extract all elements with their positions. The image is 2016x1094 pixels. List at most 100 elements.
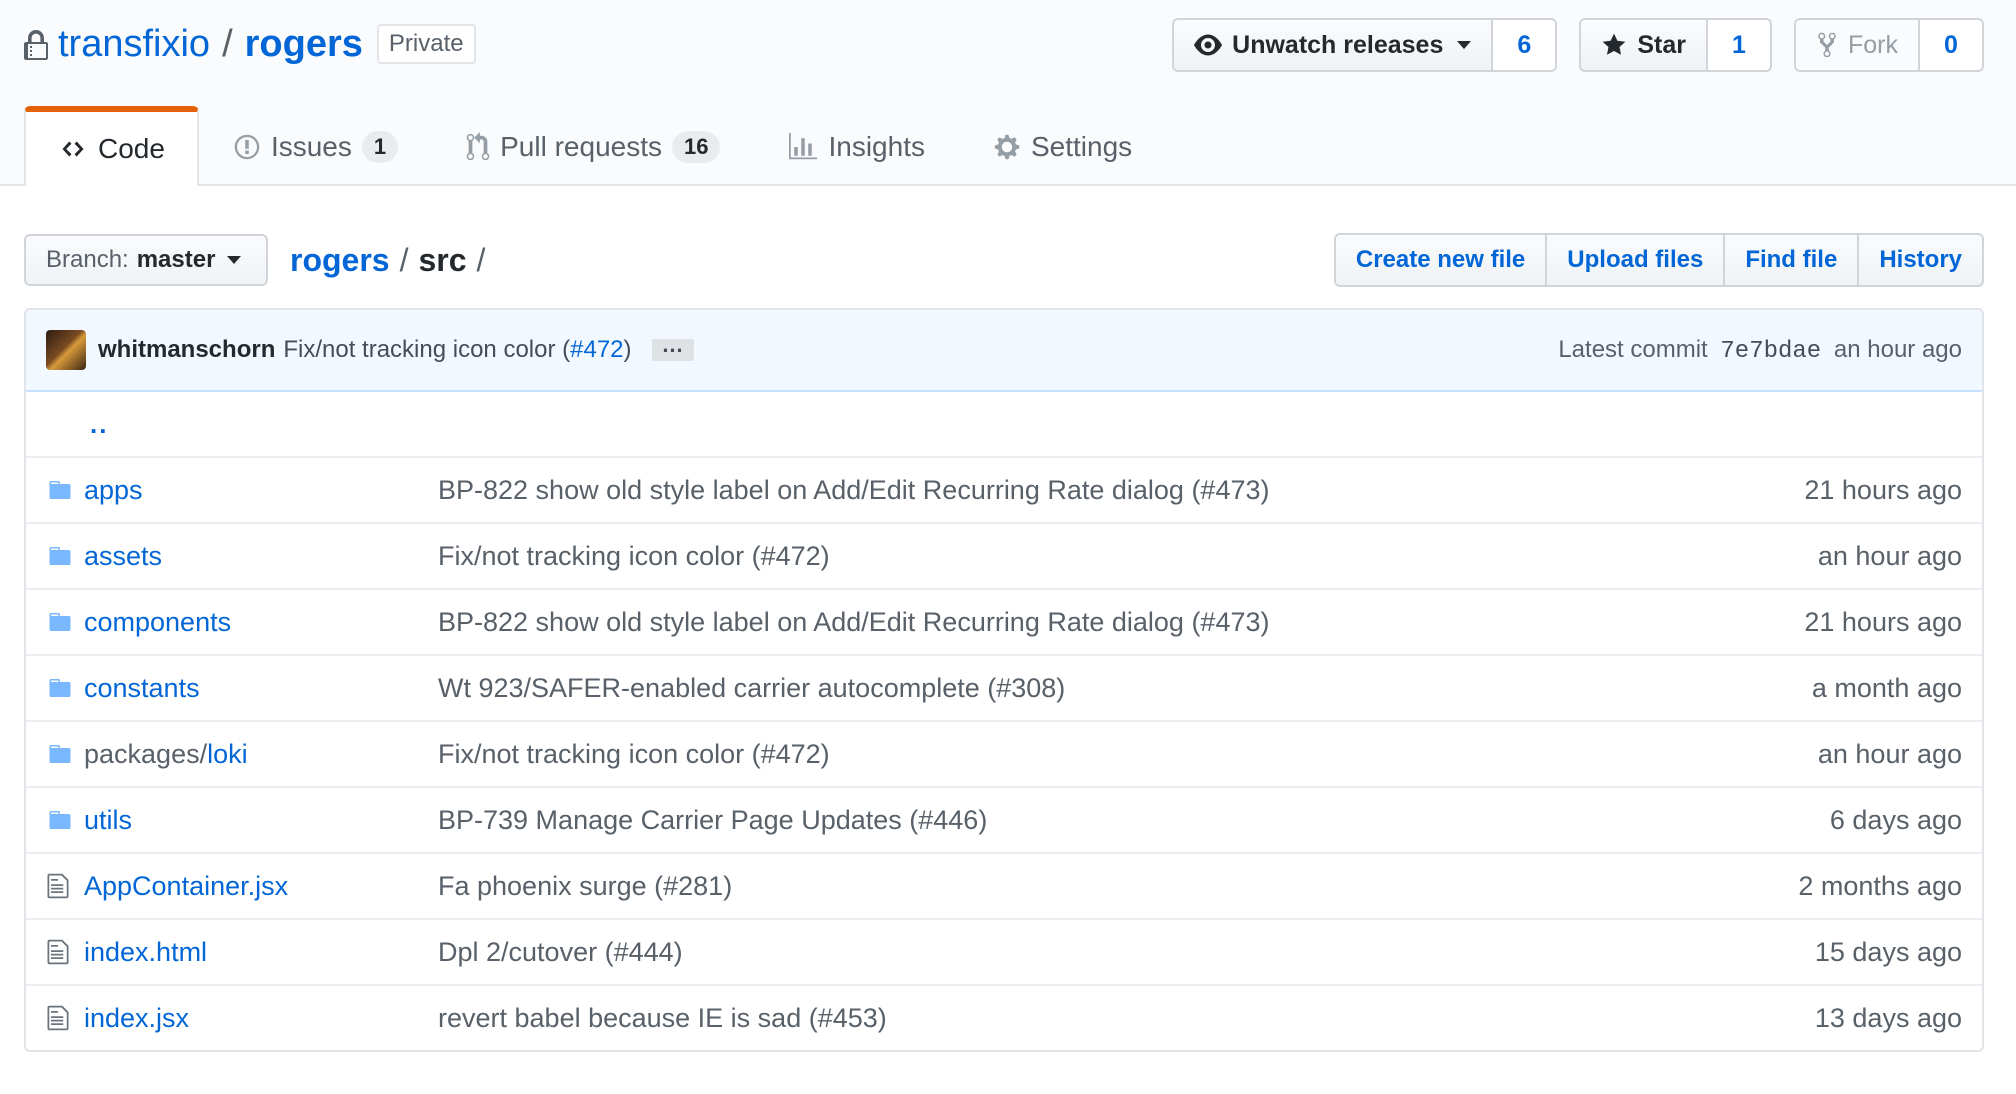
star-label: Star	[1637, 30, 1686, 59]
file-name-cell: assets	[84, 541, 438, 572]
file-name-cell: utils	[84, 805, 438, 836]
history-button[interactable]: History	[1859, 233, 1984, 287]
pull-requests-counter: 16	[672, 131, 721, 163]
unwatch-button[interactable]: Unwatch releases	[1172, 18, 1494, 72]
file-age: 15 days ago	[1814, 936, 1962, 967]
commit-tease: whitmanschorn Fix/not tracking icon colo…	[26, 310, 1982, 392]
repo-header: transfixio / rogers Private Unwatch rele…	[0, 0, 2016, 186]
commit-meta: Latest commit 7e7bdae an hour ago	[1558, 336, 1962, 365]
commit-message-cell: Fix/not tracking icon color (#472)	[438, 541, 1818, 572]
file-navigation: Branch: master rogers / src / Create new…	[24, 232, 1984, 288]
breadcrumb-separator: /	[399, 241, 409, 278]
table-row: AppContainer.jsx Fa phoenix surge (#281) 2…	[26, 852, 1982, 918]
file-name-link[interactable]: assets	[84, 541, 162, 571]
file-commit-message-link[interactable]: BP-822 show old style label on Add/Edit …	[438, 607, 1270, 637]
folder-icon	[49, 679, 71, 697]
breadcrumb: rogers / src /	[290, 242, 495, 279]
tab-code[interactable]: Code	[24, 106, 199, 186]
stargazers-count[interactable]: 1	[1708, 18, 1772, 72]
issues-counter: 1	[361, 131, 399, 163]
file-icon	[47, 1005, 69, 1031]
table-row: index.jsx revert babel because IE is sad …	[26, 984, 1982, 1050]
fork-button[interactable]: Fork	[1794, 18, 1920, 72]
breadcrumb-trailing-separator: /	[476, 241, 486, 278]
forks-count[interactable]: 0	[1920, 18, 1984, 72]
repo-name-link[interactable]: rogers	[245, 23, 363, 66]
commit-message-cell: revert babel because IE is sad (#453)	[438, 1003, 1815, 1034]
file-commit-message-link[interactable]: Fix/not tracking icon color (#472)	[438, 541, 830, 571]
file-icon	[47, 873, 69, 899]
star-button[interactable]: Star	[1579, 18, 1708, 72]
code-icon	[62, 141, 84, 157]
tab-pull-requests[interactable]: Pull requests 16	[432, 106, 754, 186]
tab-insights[interactable]: Insights	[754, 106, 959, 186]
commit-pr-link[interactable]: #472	[570, 336, 623, 363]
file-name-cell: components	[84, 607, 438, 638]
find-file-button[interactable]: Find file	[1725, 233, 1860, 287]
star-icon	[1602, 33, 1626, 55]
folder-icon-cell	[46, 478, 74, 502]
file-name-cell: index.html	[84, 937, 438, 968]
repo-owner-link[interactable]: transfixio	[58, 23, 210, 66]
unwatch-label: Unwatch releases	[1232, 30, 1444, 59]
commit-message: Fix/not tracking icon color (#472)	[283, 336, 631, 364]
file-commit-message-link[interactable]: BP-739 Manage Carrier Page Updates (#446…	[438, 805, 987, 835]
table-row: index.html Dpl 2/cutover (#444) 15 days ag…	[26, 918, 1982, 984]
folder-icon	[49, 481, 71, 499]
lock-icon	[24, 30, 48, 60]
file-commit-message-link[interactable]: Fa phoenix surge (#281)	[438, 871, 732, 901]
file-actions: Create new file Upload files Find file H…	[1333, 233, 1984, 287]
commit-message-cell: Fix/not tracking icon color (#472)	[438, 739, 1818, 770]
file-commit-message-link[interactable]: BP-822 show old style label on Add/Edit …	[438, 475, 1270, 505]
file-name-link[interactable]: components	[84, 607, 231, 637]
table-row: utils BP-739 Manage Carrier Page Updates …	[26, 786, 1982, 852]
tab-settings[interactable]: Settings	[959, 106, 1166, 186]
commit-message-cell: BP-822 show old style label on Add/Edit …	[438, 475, 1804, 506]
file-name-link[interactable]: loki	[207, 739, 248, 769]
file-age: an hour ago	[1817, 738, 1962, 769]
tab-issues[interactable]: Issues 1	[199, 106, 432, 186]
file-commit-message-link[interactable]: Fix/not tracking icon color (#472)	[438, 739, 830, 769]
watchers-count[interactable]: 6	[1493, 18, 1558, 72]
fork-group: Fork 0	[1794, 18, 1984, 72]
file-commit-message-link[interactable]: revert babel because IE is sad (#453)	[438, 1003, 887, 1033]
commit-message-cell: BP-822 show old style label on Add/Edit …	[438, 607, 1804, 638]
repo-separator: /	[222, 22, 233, 65]
file-name-link[interactable]: index.html	[84, 937, 207, 967]
file-name-cell: index.jsx	[84, 1003, 438, 1034]
ellipsis-expander-button[interactable]: …	[651, 334, 694, 361]
file-name-link[interactable]: apps	[84, 475, 143, 505]
file-name-link[interactable]: AppContainer.jsx	[84, 871, 288, 901]
issue-icon	[234, 134, 260, 160]
file-commit-message-link[interactable]: Wt 923/SAFER-enabled carrier autocomplet…	[438, 673, 1065, 703]
repo-actions: Unwatch releases 6 Star 1 Fork 0	[1172, 18, 1984, 72]
branch-select-button[interactable]: Branch: master	[24, 234, 268, 286]
tab-insights-label: Insights	[828, 131, 925, 162]
file-commit-message-link[interactable]: Dpl 2/cutover (#444)	[438, 937, 683, 967]
commit-message-cell: BP-739 Manage Carrier Page Updates (#446…	[438, 805, 1830, 836]
file-name-link[interactable]: constants	[84, 673, 200, 703]
upload-files-button[interactable]: Upload files	[1547, 233, 1726, 287]
file-icon	[47, 939, 69, 965]
file-name-link[interactable]: index.jsx	[84, 1003, 189, 1033]
file-icon-cell	[46, 1004, 74, 1032]
file-name-link[interactable]: utils	[84, 805, 132, 835]
file-name-prefix: packages/	[84, 738, 208, 769]
create-new-file-button[interactable]: Create new file	[1333, 233, 1548, 287]
avatar[interactable]	[46, 330, 86, 370]
commit-sha-link[interactable]: 7e7bdae	[1720, 338, 1821, 365]
latest-commit-label: Latest commit	[1558, 335, 1708, 363]
chevron-down-icon	[227, 256, 242, 264]
folder-icon	[49, 547, 71, 565]
folder-icon-cell	[46, 742, 74, 766]
tab-code-label: Code	[98, 133, 165, 164]
file-age: 21 hours ago	[1804, 474, 1962, 505]
commit-message-prefix: Fix/not tracking icon color (	[283, 336, 571, 363]
folder-icon-cell	[46, 676, 74, 700]
commit-author-link[interactable]: whitmanschorn	[98, 336, 275, 364]
table-row: packages/loki Fix/not tracking icon color…	[26, 720, 1982, 786]
parent-directory-link[interactable]: ..	[46, 409, 108, 440]
branch-prefix: Branch:	[46, 246, 129, 273]
breadcrumb-root-link[interactable]: rogers	[290, 242, 390, 279]
table-row: constants Wt 923/SAFER-enabled carrier au…	[26, 654, 1982, 720]
